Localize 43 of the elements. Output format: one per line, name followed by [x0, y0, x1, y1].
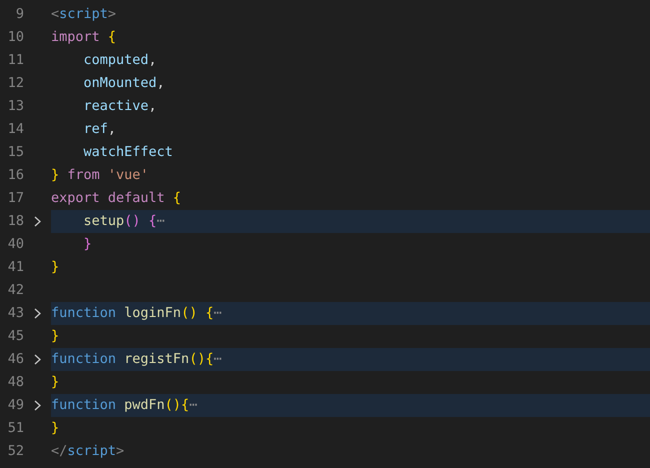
line-number: 9: [14, 5, 24, 24]
line-number: 12: [6, 74, 24, 93]
code-line: watchEffect: [82, 143, 173, 162]
code-line: export default {: [51, 189, 182, 208]
line-number: 13: [6, 97, 24, 116]
code-line: function pwdFn(){⋯: [51, 396, 198, 415]
line-number: 52: [6, 442, 24, 461]
line-number: 15: [6, 143, 24, 162]
line-number: 49: [6, 396, 24, 415]
line-number: 40: [6, 235, 24, 254]
line-number: 10: [6, 28, 24, 47]
chevron-right-icon[interactable]: [34, 216, 41, 227]
line-number: 51: [6, 419, 24, 438]
line-number: 42: [6, 281, 24, 300]
code-line: <script>: [51, 5, 116, 24]
line-number: 45: [6, 327, 24, 346]
code-line: </script>: [51, 442, 124, 461]
line-number: 17: [6, 189, 24, 208]
code-line: import {: [51, 28, 116, 47]
code-line: setup() {⋯: [82, 212, 165, 231]
code-line: function loginFn() {⋯: [51, 304, 222, 323]
code-line: function registFn(){⋯: [51, 350, 222, 369]
line-number: 46: [6, 350, 24, 369]
line-number: 43: [6, 304, 24, 323]
chevron-right-icon[interactable]: [34, 400, 41, 411]
line-number: 16: [6, 166, 24, 185]
code-line: onMounted,: [82, 74, 165, 93]
chevron-right-icon[interactable]: [34, 354, 41, 365]
code-line: ref,: [82, 120, 116, 139]
line-number: 11: [6, 51, 24, 70]
code-line: }: [51, 327, 60, 346]
chevron-right-icon[interactable]: [34, 308, 41, 319]
line-number: 18: [6, 212, 24, 231]
code-line: }: [51, 373, 60, 392]
code-line: }: [82, 235, 92, 254]
code-line: computed,: [82, 51, 157, 70]
code-line: } from 'vue': [51, 166, 149, 185]
code-line: }: [51, 258, 60, 277]
line-number: 41: [6, 258, 24, 277]
line-number: 48: [6, 373, 24, 392]
code-line: }: [51, 419, 60, 438]
code-line: reactive,: [82, 97, 157, 116]
line-number: 14: [6, 120, 24, 139]
